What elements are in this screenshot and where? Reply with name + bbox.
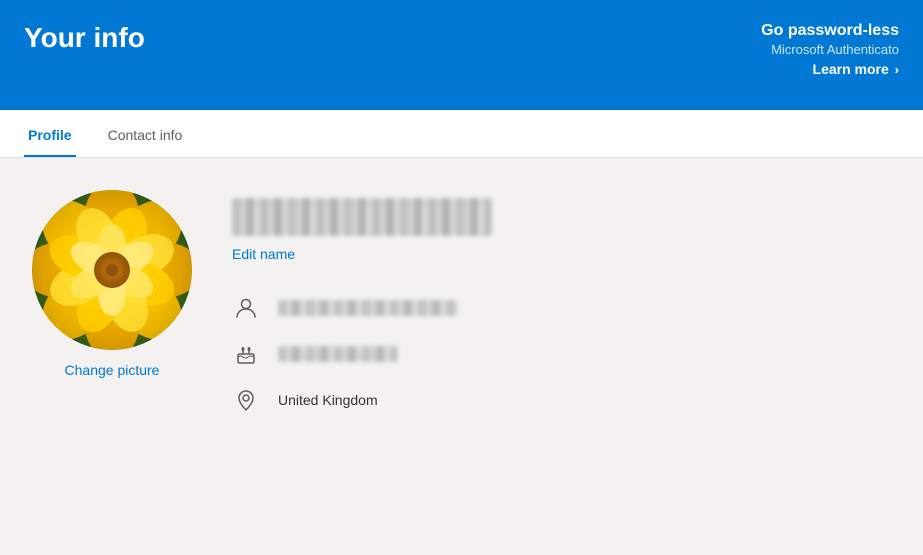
info-row-username bbox=[232, 294, 891, 322]
avatar-section: Change picture bbox=[32, 190, 192, 378]
location-value: United Kingdom bbox=[278, 392, 378, 408]
edit-name-link[interactable]: Edit name bbox=[232, 246, 295, 262]
change-picture-link[interactable]: Change picture bbox=[65, 362, 160, 378]
profile-name-blurred bbox=[232, 198, 492, 236]
info-rows: United Kingdom bbox=[232, 294, 891, 414]
location-icon bbox=[232, 386, 260, 414]
header-promo: Go password-less Microsoft Authenticato … bbox=[761, 18, 899, 79]
tab-contact-info[interactable]: Contact info bbox=[104, 127, 187, 157]
chevron-right-icon: › bbox=[895, 62, 899, 77]
page-title: Your info bbox=[24, 22, 145, 54]
info-row-location: United Kingdom bbox=[232, 386, 891, 414]
main-content: Change picture Edit name bbox=[0, 158, 923, 446]
birthday-icon bbox=[232, 340, 260, 368]
profile-info: Edit name bbox=[232, 190, 891, 414]
promo-heading: Go password-less bbox=[761, 22, 899, 40]
person-icon bbox=[232, 294, 260, 322]
tab-profile[interactable]: Profile bbox=[24, 127, 76, 157]
header: Your info Go password-less Microsoft Aut… bbox=[0, 0, 923, 110]
avatar-image bbox=[32, 190, 192, 350]
avatar bbox=[32, 190, 192, 350]
learn-more-link[interactable]: Learn more › bbox=[813, 61, 899, 77]
promo-sub: Microsoft Authenticato bbox=[761, 42, 899, 57]
info-row-birthday bbox=[232, 340, 891, 368]
birthday-value-blurred bbox=[278, 346, 398, 362]
tabs-bar: Profile Contact info bbox=[0, 110, 923, 158]
username-value-blurred bbox=[278, 300, 458, 316]
